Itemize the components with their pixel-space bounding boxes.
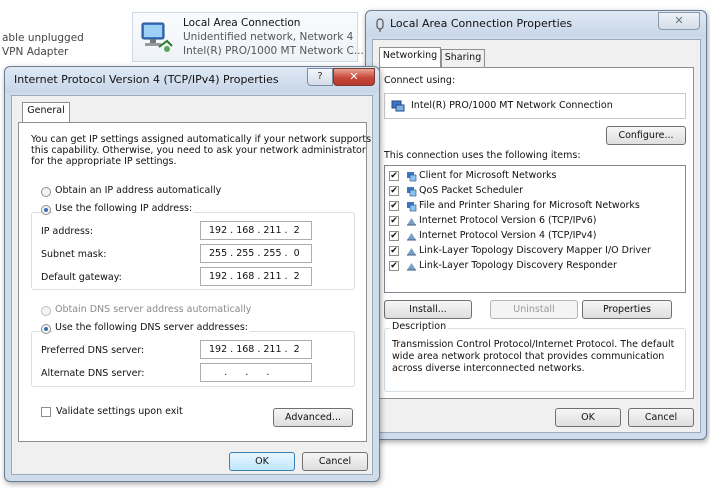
ip-address-field[interactable]: 192 . 168 . 211 . 2	[200, 221, 312, 240]
item-label: File and Printer Sharing for Microsoft N…	[419, 200, 640, 211]
subnet-mask-label: Subnet mask:	[41, 249, 107, 260]
ipv4-ok-button[interactable]: OK	[229, 452, 295, 471]
properties-button[interactable]: Properties	[582, 300, 672, 319]
item-label: Link-Layer Topology Discovery Mapper I/O…	[419, 245, 651, 256]
ipv4-close-button[interactable]: ✕	[333, 68, 375, 86]
protocol-icon	[407, 218, 416, 226]
description-text-line-1: Transmission Control Protocol/Internet P…	[392, 339, 675, 350]
list-item[interactable]: ✔ File and Printer Sharing for Microsoft…	[389, 199, 669, 214]
lac-cancel-button[interactable]: Cancel	[628, 408, 694, 427]
obtain-ip-auto-radio[interactable]	[41, 187, 51, 197]
item-label: QoS Packet Scheduler	[419, 185, 523, 196]
uninstall-button[interactable]: Uninstall	[490, 300, 578, 319]
connection-adapter: Intel(R) PRO/1000 MT Network C...	[183, 45, 364, 57]
lac-ok-button[interactable]: OK	[555, 408, 621, 427]
protocol-icon	[407, 263, 416, 271]
items-label: This connection uses the following items…	[384, 150, 581, 161]
intro-text-line-2: this capability. Otherwise, you need to …	[31, 145, 366, 156]
network-connection-icon	[141, 22, 173, 52]
connection-name: Local Area Connection	[183, 17, 301, 29]
window-icon	[376, 18, 384, 32]
use-following-ip-label[interactable]: Use the following IP address:	[53, 203, 195, 214]
tab-sharing[interactable]: Sharing	[441, 49, 485, 67]
adapter-field: Intel(R) PRO/1000 MT Network Connection	[384, 93, 686, 119]
preferred-dns-field[interactable]: 192 . 168 . 211 . 2	[200, 340, 312, 359]
item-label: Client for Microsoft Networks	[419, 170, 557, 181]
description-text-line-2: wide area network protocol that provides…	[392, 351, 665, 362]
ipv4-window-title: Internet Protocol Version 4 (TCP/IPv4) P…	[14, 73, 279, 86]
connect-using-label: Connect using:	[384, 75, 456, 86]
ip-address-label: IP address:	[41, 226, 94, 237]
use-following-dns-label[interactable]: Use the following DNS server addresses:	[53, 322, 250, 333]
bg-adapter-name: VPN Adapter	[2, 46, 69, 58]
general-panel: You can get IP settings assigned automat…	[18, 122, 371, 442]
list-item[interactable]: ✔ QoS Packet Scheduler	[389, 184, 669, 199]
advanced-button[interactable]: Advanced...	[273, 408, 353, 427]
description-text-line-3: across diverse interconnected networks.	[392, 363, 585, 374]
networking-panel: Connect using: Intel(R) PRO/1000 MT Netw…	[379, 67, 694, 399]
list-item[interactable]: ✔ Internet Protocol Version 6 (TCP/IPv6)	[389, 214, 669, 229]
default-gateway-label: Default gateway:	[41, 272, 122, 283]
install-button[interactable]: Install...	[384, 300, 472, 319]
intro-text-line-3: for the appropriate IP settings.	[31, 156, 177, 167]
item-label: Internet Protocol Version 6 (TCP/IPv6)	[419, 215, 597, 226]
obtain-ip-auto-label[interactable]: Obtain an IP address automatically	[55, 185, 221, 196]
list-item[interactable]: ✔ Link-Layer Topology Discovery Mapper I…	[389, 244, 669, 259]
help-icon: ?	[317, 71, 323, 82]
alternate-dns-field[interactable]: . . .	[200, 363, 312, 382]
use-following-dns-radio[interactable]	[41, 324, 51, 334]
item-checkbox[interactable]: ✔	[389, 201, 399, 211]
ipv4-properties-window: Internet Protocol Version 4 (TCP/IPv4) P…	[4, 66, 380, 482]
tab-general[interactable]: General	[22, 102, 70, 122]
configure-button[interactable]: Configure...	[606, 126, 686, 145]
adapter-name: Intel(R) PRO/1000 MT Network Connection	[411, 100, 613, 111]
bg-adapter-status: able unplugged	[2, 32, 84, 44]
item-checkbox[interactable]: ✔	[389, 186, 399, 196]
protocol-icon	[407, 248, 416, 256]
connection-status: Unidentified network, Network 4	[183, 31, 354, 43]
tab-networking[interactable]: Networking	[379, 47, 441, 67]
lac-properties-window: Local Area Connection Properties ✕ Netwo…	[365, 10, 707, 440]
description-label: Description	[390, 321, 449, 332]
network-client-icon	[407, 172, 417, 182]
lac-close-button[interactable]: ✕	[658, 12, 700, 30]
file-printer-sharing-icon	[407, 202, 417, 212]
obtain-dns-auto-label[interactable]: Obtain DNS server address automatically	[55, 304, 251, 315]
list-item[interactable]: ✔ Link-Layer Topology Discovery Responde…	[389, 259, 669, 274]
intro-text-line-1: You can get IP settings assigned automat…	[31, 134, 372, 145]
subnet-mask-field[interactable]: 255 . 255 . 255 . 0	[200, 244, 312, 263]
ipv4-cancel-button[interactable]: Cancel	[302, 452, 368, 471]
preferred-dns-label: Preferred DNS server:	[41, 345, 145, 356]
qos-scheduler-icon	[407, 187, 417, 197]
default-gateway-field[interactable]: 192 . 168 . 211 . 2	[200, 267, 312, 286]
list-item[interactable]: ✔ Internet Protocol Version 4 (TCP/IPv4)	[389, 229, 669, 244]
item-checkbox[interactable]: ✔	[389, 261, 399, 271]
help-button[interactable]: ?	[307, 68, 333, 86]
item-label: Link-Layer Topology Discovery Responder	[419, 260, 617, 271]
use-following-ip-radio[interactable]	[41, 205, 51, 215]
item-checkbox[interactable]: ✔	[389, 231, 399, 241]
alternate-dns-label: Alternate DNS server:	[41, 368, 145, 379]
network-adapter-icon	[391, 100, 405, 112]
lac-client-area: Networking Sharing Connect using: Intel(…	[372, 39, 701, 433]
obtain-dns-auto-radio[interactable]	[41, 306, 51, 316]
item-checkbox[interactable]: ✔	[389, 216, 399, 226]
protocol-icon	[407, 233, 416, 241]
item-checkbox[interactable]: ✔	[389, 246, 399, 256]
validate-label[interactable]: Validate settings upon exit	[56, 406, 183, 417]
ipv4-client-area: General You can get IP settings assigned…	[11, 95, 373, 475]
list-item[interactable]: ✔ Client for Microsoft Networks	[389, 169, 669, 184]
local-area-connection-tile[interactable]: Local Area Connection Unidentified netwo…	[132, 12, 364, 62]
item-label: Internet Protocol Version 4 (TCP/IPv4)	[419, 230, 597, 241]
validate-checkbox[interactable]	[41, 407, 51, 417]
components-list[interactable]: ✔ Client for Microsoft Networks ✔ QoS Pa…	[384, 165, 686, 293]
item-checkbox[interactable]: ✔	[389, 171, 399, 181]
lac-window-title: Local Area Connection Properties	[390, 17, 573, 30]
close-icon: ✕	[349, 70, 359, 83]
